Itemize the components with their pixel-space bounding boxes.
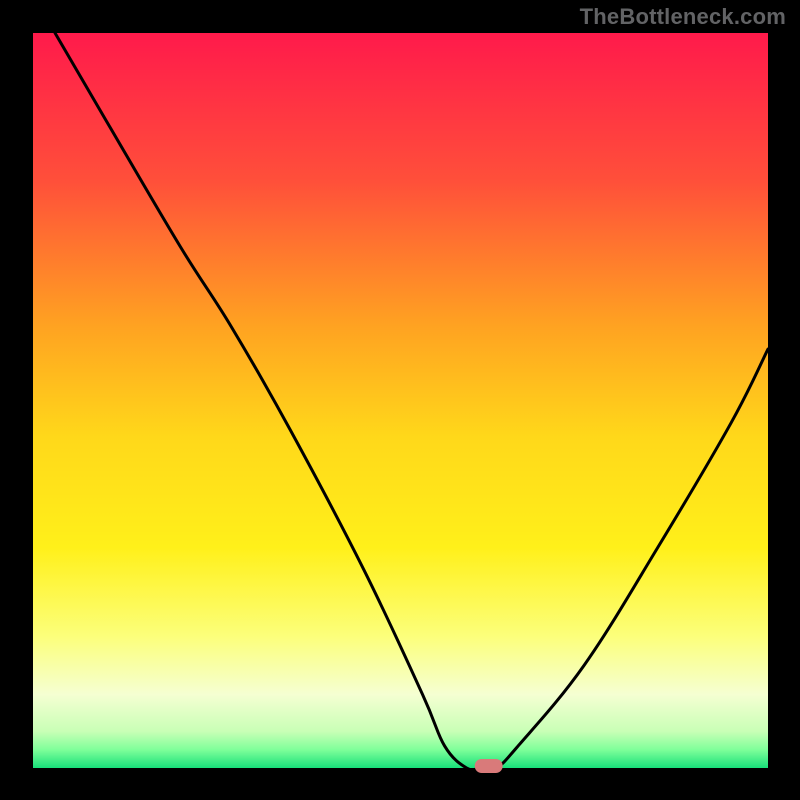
bottleneck-chart: TheBottleneck.com (0, 0, 800, 800)
watermark-label: TheBottleneck.com (580, 4, 786, 30)
chart-canvas (0, 0, 800, 800)
optimal-marker (475, 759, 503, 773)
chart-background (33, 33, 768, 768)
